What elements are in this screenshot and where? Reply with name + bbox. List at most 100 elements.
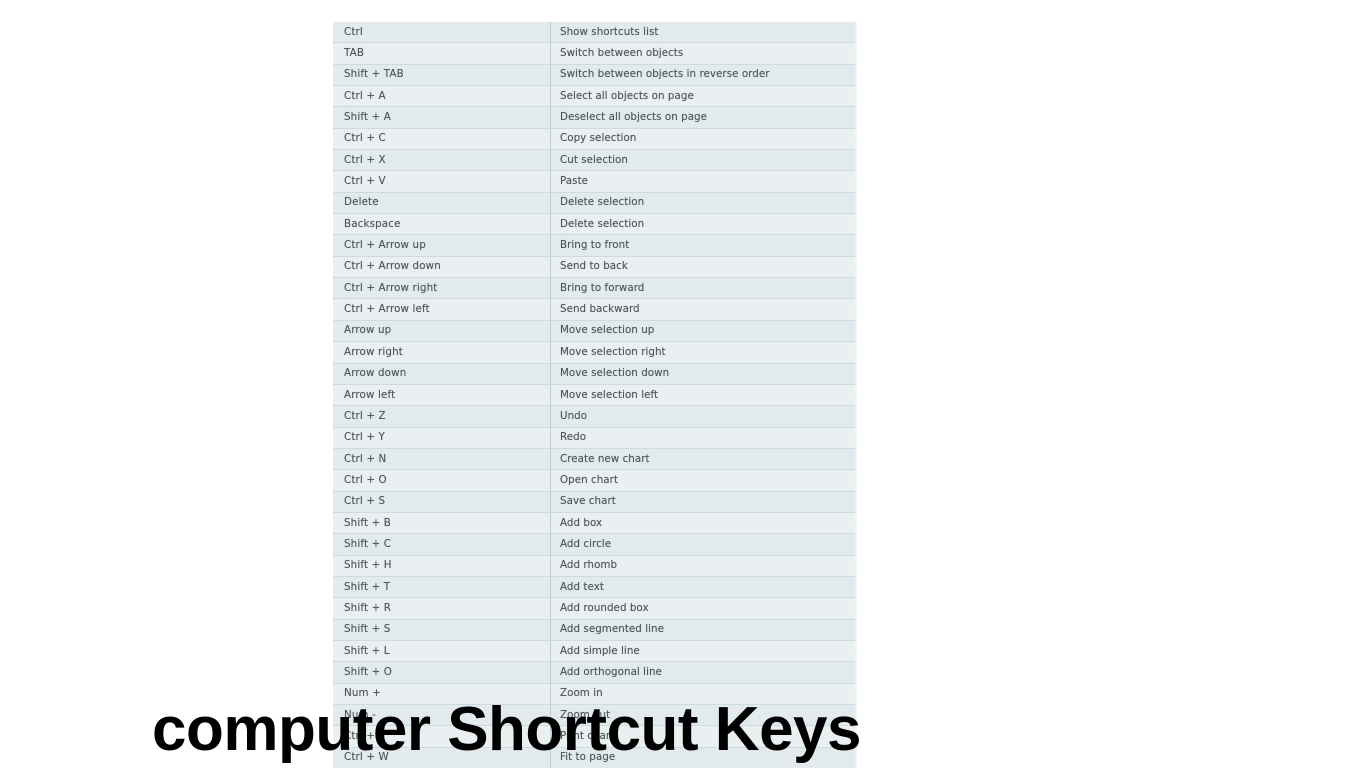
shortcut-key-cell: Ctrl + Y	[333, 427, 551, 448]
shortcut-key-cell: Arrow right	[333, 342, 551, 363]
shortcut-keys-table: Ctrl Show shortcuts list TAB Switch between…	[333, 22, 857, 768]
shortcut-key-cell: Ctrl + X	[333, 150, 551, 171]
shortcut-key-text: Ctrl	[344, 25, 363, 38]
shortcut-key-cell: Shift + TAB	[333, 64, 551, 86]
shortcut-key-cell: Shift + A	[333, 107, 551, 128]
shortcut-key-cell: Arrow down	[333, 363, 551, 384]
shortcut-action-cell: Move selection left	[551, 385, 857, 405]
shortcut-key-text: Shift + S	[344, 623, 391, 636]
shortcut-key-text: Arrow down	[344, 367, 407, 380]
shortcut-key-cell: Ctrl + V	[333, 171, 551, 192]
shortcut-action-text: Add text	[560, 580, 604, 593]
shortcut-key-text: Ctrl + C	[344, 132, 386, 145]
shortcut-action-cell: Send to back	[551, 257, 857, 277]
shortcut-key-text: Backspace	[344, 217, 401, 230]
shortcut-key-cell: Shift + S	[333, 619, 551, 640]
table-row: Ctrl + X Cut selection	[333, 150, 857, 172]
shortcut-key-text: Shift + R	[344, 601, 392, 614]
shortcut-key-text: TAB	[344, 47, 365, 60]
shortcut-key-text: Ctrl + N	[344, 452, 387, 465]
table-row: Ctrl Show shortcuts list	[333, 22, 857, 44]
shortcut-key-text: Delete	[344, 196, 379, 209]
table-row: Ctrl + O Open chart	[333, 470, 857, 492]
table-row: Ctrl + Arrow left Send backward	[333, 299, 857, 321]
shortcut-key-text: Shift + TAB	[344, 68, 404, 81]
shortcut-action-text: Add rhomb	[560, 559, 618, 572]
shortcut-action-text: Add circle	[560, 537, 612, 550]
paper-edge-gradient	[854, 22, 857, 768]
table-row: Shift + L Add simple line	[333, 640, 857, 663]
shortcut-action-text: Switch between objects	[560, 47, 684, 60]
shortcut-key-cell: Ctrl + S	[333, 491, 551, 512]
shortcut-key-cell: Shift + L	[333, 640, 551, 662]
shortcut-action-text: Move selection left	[560, 388, 659, 401]
table-row: Shift + TAB Switch between objects in rev…	[333, 64, 857, 87]
shortcut-action-text: Delete selection	[560, 196, 645, 209]
shortcut-action-cell: Copy selection	[551, 129, 857, 149]
table-row: Ctrl + N Create new chart	[333, 448, 857, 471]
table-row: Arrow up Move selection up	[333, 320, 857, 343]
shortcut-key-cell: Ctrl + N	[333, 448, 551, 470]
page-title: computer Shortcut Keys	[152, 695, 862, 764]
shortcut-key-cell: Ctrl + Arrow up	[333, 235, 551, 256]
shortcut-key-text: Ctrl + S	[344, 495, 386, 508]
shortcut-key-cell: Ctrl + A	[333, 86, 551, 107]
shortcut-action-cell: Add orthogonal line	[551, 662, 857, 682]
shortcut-action-cell: Select all objects on page	[551, 86, 857, 106]
shortcut-action-cell: Switch between objects	[551, 43, 857, 63]
shortcut-action-cell: Delete selection	[551, 214, 857, 234]
table-row: Shift + T Add text	[333, 576, 857, 599]
shortcut-key-text: Ctrl + A	[344, 89, 386, 102]
shortcut-key-cell: Ctrl + Arrow right	[333, 278, 551, 299]
table-row: Ctrl + Z Undo	[333, 406, 857, 428]
shortcut-action-cell: Show shortcuts list	[551, 22, 857, 42]
shortcut-action-text: Send to back	[560, 260, 628, 273]
shortcut-action-cell: Add box	[551, 513, 857, 533]
table-row: Ctrl + Arrow down Send to back	[333, 256, 857, 279]
table-row: Arrow down Move selection down	[333, 363, 857, 385]
shortcut-key-text: Arrow left	[344, 388, 396, 401]
table-row: Shift + O Add orthogonal line	[333, 662, 857, 684]
table-row: Arrow left Move selection left	[333, 384, 857, 407]
shortcut-key-text: Arrow right	[344, 345, 403, 358]
shortcut-action-text: Show shortcuts list	[560, 25, 659, 38]
shortcut-action-cell: Bring to front	[551, 235, 857, 255]
shortcut-key-cell: Ctrl + O	[333, 470, 551, 491]
table-row: Ctrl + A Select all objects on page	[333, 86, 857, 108]
table-row: TAB Switch between objects	[333, 43, 857, 65]
shortcut-action-text: Move selection down	[560, 367, 670, 380]
shortcut-action-text: Copy selection	[560, 132, 637, 145]
shortcut-action-cell: Add simple line	[551, 641, 857, 661]
shortcut-key-cell: Backspace	[333, 214, 551, 235]
shortcut-key-cell: Shift + H	[333, 555, 551, 576]
shortcut-action-text: Undo	[560, 409, 588, 422]
shortcut-key-cell: Arrow left	[333, 384, 551, 406]
shortcut-key-text: Ctrl + X	[344, 153, 386, 166]
shortcut-key-cell: Ctrl	[333, 22, 551, 43]
shortcut-action-cell: Add segmented line	[551, 620, 857, 640]
shortcut-key-cell: Shift + O	[333, 662, 551, 683]
shortcut-action-text: Switch between objects in reverse order	[560, 68, 770, 81]
shortcut-key-text: Ctrl + V	[344, 175, 386, 188]
shortcut-key-text: Shift + O	[344, 665, 393, 678]
shortcut-action-cell: Add rhomb	[551, 556, 857, 576]
shortcut-action-text: Delete selection	[560, 217, 645, 230]
shortcut-key-cell: Ctrl + Arrow down	[333, 256, 551, 278]
table-row: Ctrl + Y Redo	[333, 427, 857, 449]
table-row: Delete Delete selection	[333, 192, 857, 215]
shortcut-key-text: Shift + L	[344, 644, 390, 657]
shortcut-key-text: Ctrl + Arrow up	[344, 239, 426, 252]
shortcut-action-text: Move selection up	[560, 324, 655, 337]
shortcut-key-cell: Shift + B	[333, 512, 551, 534]
shortcut-action-text: Create new chart	[560, 452, 650, 465]
shortcut-action-cell: Move selection down	[551, 364, 857, 384]
shortcut-key-cell: Delete	[333, 192, 551, 214]
table-row: Ctrl + V Paste	[333, 171, 857, 193]
shortcut-action-text: Add rounded box	[560, 601, 649, 614]
shortcut-action-cell: Bring to forward	[551, 278, 857, 298]
shortcut-action-text: Send backward	[560, 303, 640, 316]
shortcut-action-text: Open chart	[560, 473, 619, 486]
shortcut-key-text: Shift + A	[344, 111, 391, 124]
shortcut-key-text: Shift + C	[344, 537, 392, 550]
screenshot-canvas: Ctrl Show shortcuts list TAB Switch between…	[0, 0, 1366, 768]
